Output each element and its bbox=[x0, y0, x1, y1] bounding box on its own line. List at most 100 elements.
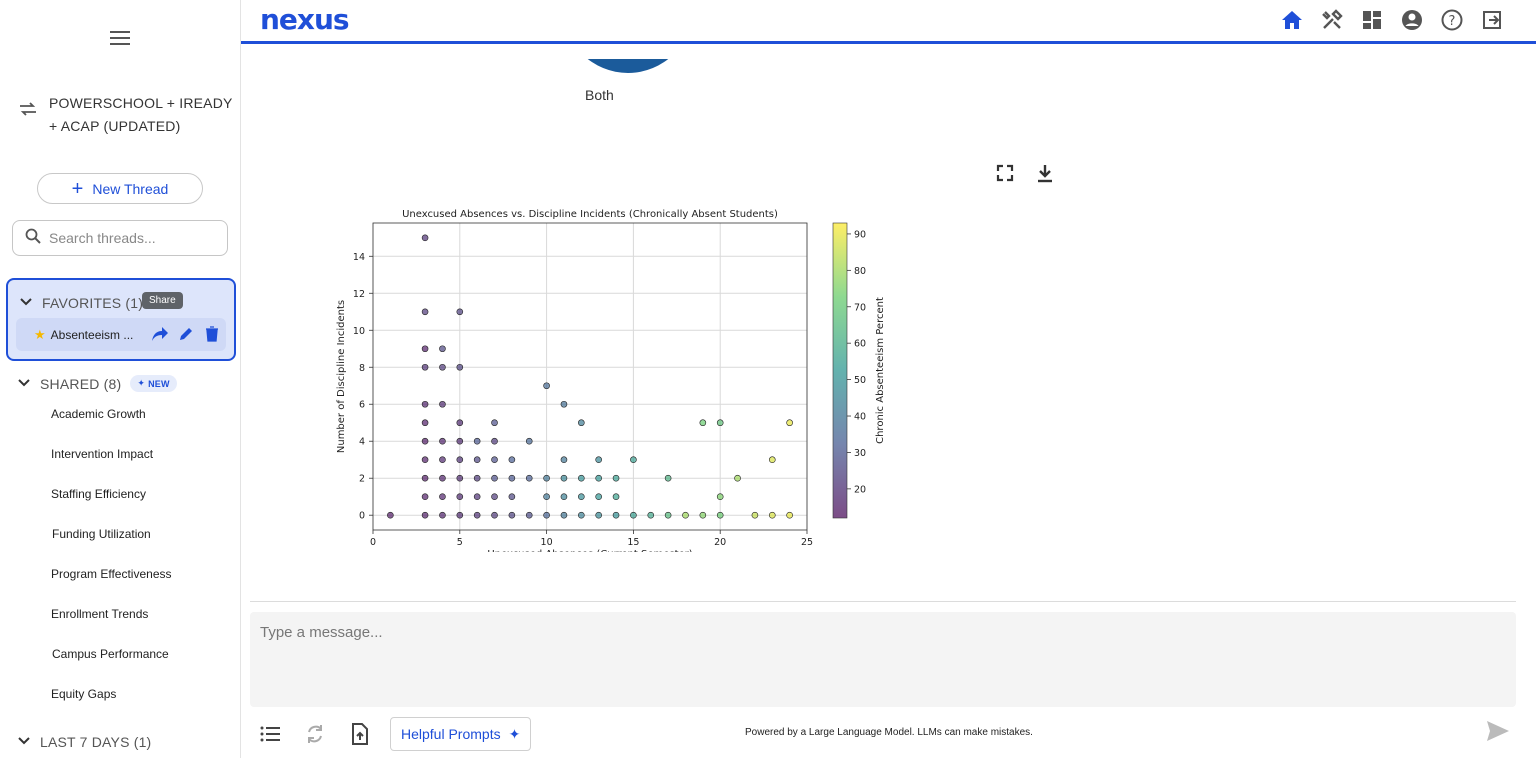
data-point bbox=[491, 419, 498, 427]
thread-item[interactable]: Funding Utilization bbox=[52, 524, 172, 564]
data-point bbox=[751, 511, 759, 519]
last7-header[interactable]: LAST 7 DAYS (1) bbox=[18, 734, 151, 750]
top-nav: ? bbox=[1280, 8, 1504, 32]
dashboard-icon[interactable] bbox=[1360, 8, 1384, 32]
list-icon[interactable] bbox=[258, 722, 282, 746]
data-point bbox=[525, 437, 533, 445]
data-point bbox=[786, 419, 793, 427]
share-tooltip: Share bbox=[142, 292, 183, 309]
pie-chart-fragment bbox=[563, 59, 693, 73]
sidebar: POWERSCHOOL + IREADY + ACAP (UPDATED) + … bbox=[0, 0, 241, 758]
data-point bbox=[543, 493, 550, 501]
data-point bbox=[786, 511, 793, 519]
data-point bbox=[578, 474, 585, 482]
chevron-down-icon[interactable] bbox=[20, 297, 42, 309]
data-point bbox=[456, 493, 464, 501]
nexus-logo[interactable]: nexus bbox=[260, 3, 350, 36]
star-icon[interactable]: ★ bbox=[34, 327, 46, 343]
data-point bbox=[473, 511, 481, 519]
helpful-prompts-label: Helpful Prompts bbox=[401, 726, 501, 742]
delete-icon[interactable] bbox=[202, 324, 222, 344]
favorites-header[interactable]: FAVORITES (1) bbox=[20, 295, 143, 311]
helpful-prompts-button[interactable]: Helpful Prompts ✦ bbox=[390, 717, 532, 751]
chevron-down-icon[interactable] bbox=[18, 736, 40, 748]
data-point bbox=[525, 511, 533, 519]
colorbar-label: Chronic Absenteeism Percent bbox=[875, 297, 885, 444]
data-point bbox=[421, 474, 429, 482]
colorbar-tick-label: 70 bbox=[854, 302, 866, 313]
x-axis-label: Unexcused Absences (Current Semester) bbox=[487, 549, 692, 552]
data-point bbox=[716, 511, 724, 519]
edit-icon[interactable] bbox=[176, 324, 196, 344]
plus-icon: + bbox=[71, 177, 84, 200]
datasource-selector[interactable]: POWERSCHOOL + IREADY + ACAP (UPDATED) bbox=[18, 92, 233, 138]
data-point bbox=[595, 474, 602, 482]
new-thread-button[interactable]: + New Thread bbox=[37, 173, 203, 204]
scatter-chart: 0 5 10 15 20 25 0 2 4 6 8 10 12 14 Unexcused Absences … bbox=[325, 202, 886, 560]
data-point bbox=[543, 474, 550, 482]
download-icon[interactable] bbox=[1036, 164, 1054, 189]
data-point bbox=[595, 511, 602, 519]
x-tick-label: 0 bbox=[370, 537, 376, 548]
account-icon[interactable] bbox=[1400, 8, 1424, 32]
data-point bbox=[578, 493, 585, 501]
thread-item[interactable]: Campus Performance bbox=[52, 644, 172, 684]
share-icon[interactable] bbox=[150, 324, 170, 344]
fullscreen-icon[interactable] bbox=[996, 164, 1014, 189]
home-icon[interactable] bbox=[1280, 8, 1304, 32]
colorbar-tick-label: 60 bbox=[854, 339, 866, 350]
data-point bbox=[421, 345, 429, 353]
thread-item[interactable]: Academic Growth bbox=[51, 404, 172, 444]
data-point bbox=[664, 474, 672, 482]
colorbar-tick-label: 50 bbox=[854, 375, 866, 386]
swap-icon[interactable] bbox=[18, 101, 38, 121]
colorbar-tick-label: 20 bbox=[854, 484, 866, 495]
refresh-icon[interactable] bbox=[303, 722, 327, 746]
thread-item[interactable]: Equity Gaps bbox=[51, 684, 172, 724]
data-point bbox=[491, 493, 498, 501]
send-icon[interactable] bbox=[1486, 720, 1512, 746]
thread-item[interactable]: Program Effectiveness bbox=[51, 564, 172, 604]
data-point bbox=[421, 493, 429, 501]
composer-toolbar: Helpful Prompts ✦ Powered by a Large Lan… bbox=[258, 716, 1518, 752]
thread-item[interactable]: Intervention Impact bbox=[51, 444, 172, 484]
data-point bbox=[699, 511, 707, 519]
new-thread-label: New Thread bbox=[92, 180, 169, 197]
upload-file-icon[interactable] bbox=[348, 722, 372, 746]
y-tick-label: 4 bbox=[359, 437, 365, 448]
plot-area bbox=[373, 223, 807, 530]
chevron-down-icon[interactable] bbox=[18, 378, 40, 390]
data-point bbox=[768, 456, 776, 464]
data-point bbox=[456, 363, 464, 371]
search-input[interactable] bbox=[49, 230, 209, 246]
data-point bbox=[421, 437, 429, 445]
chat-main: Both 0 5 10 15 20 25 0 2 4 6 8 10 12 14 Unexcused Abse… bbox=[241, 47, 1536, 758]
message-input[interactable] bbox=[260, 624, 1506, 695]
scatter-chart-svg: 0 5 10 15 20 25 0 2 4 6 8 10 12 14 Unexcused Absences … bbox=[336, 209, 886, 560]
help-icon[interactable]: ? bbox=[1440, 8, 1464, 32]
data-point bbox=[630, 511, 637, 519]
thread-item[interactable]: Enrollment Trends bbox=[51, 604, 172, 644]
data-point bbox=[439, 345, 446, 353]
y-tick-label: 2 bbox=[359, 474, 365, 485]
data-point bbox=[612, 511, 620, 519]
tools-icon[interactable] bbox=[1320, 8, 1344, 32]
x-tick-label: 10 bbox=[541, 537, 553, 548]
shared-header[interactable]: SHARED (8) ✦ NEW bbox=[18, 375, 177, 392]
data-point bbox=[647, 511, 655, 519]
logout-icon[interactable] bbox=[1480, 8, 1504, 32]
menu-icon[interactable] bbox=[108, 27, 132, 47]
datasource-name: POWERSCHOOL + IREADY + ACAP (UPDATED) bbox=[49, 95, 233, 134]
favorite-thread-item[interactable]: ★ Absenteeism ... bbox=[16, 318, 226, 351]
data-point bbox=[768, 511, 776, 519]
data-point bbox=[508, 456, 516, 464]
colorbar-tick-label: 80 bbox=[854, 266, 866, 277]
thread-item[interactable]: Staffing Efficiency bbox=[51, 484, 172, 524]
data-point bbox=[699, 419, 707, 427]
data-point bbox=[439, 363, 446, 371]
data-point bbox=[716, 493, 724, 501]
data-point bbox=[682, 511, 689, 519]
data-point bbox=[439, 437, 446, 445]
message-composer bbox=[250, 612, 1516, 707]
colorbar-tick-label: 40 bbox=[854, 412, 866, 423]
